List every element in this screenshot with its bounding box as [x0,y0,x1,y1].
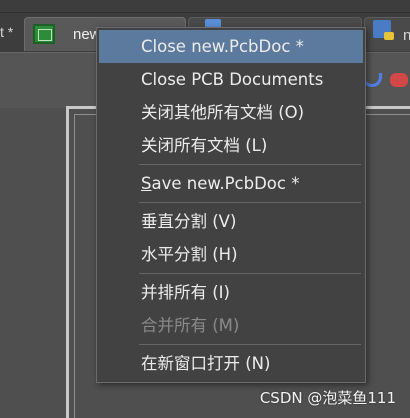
tab-schematic[interactable]: nev [364,17,410,51]
menu-separator [139,202,361,203]
menu-separator [139,273,361,274]
menu-item-close-pcb-documents[interactable]: Close PCB Documents [97,63,365,96]
menu-item-merge-all: 合并所有 (M) [141,316,240,335]
pcb-document-icon [33,24,55,44]
menu-item-tile-all[interactable]: 并排所有 (I) [97,276,365,309]
tab-bar-divider [0,12,410,13]
menu-item-split-horizontal[interactable]: 水平分割 (H) [97,238,365,271]
menu-separator [139,164,361,165]
menu-item-open-in-new-window[interactable]: 在新窗口打开 (N) [97,347,365,380]
tab-context-menu: Close new.PcbDoc * Close PCB Documents 关… [96,27,366,383]
tab-fragment-label[interactable]: t * [0,24,13,40]
menu-item-close-others[interactable]: 关闭其他所有文档 (O) [97,96,365,129]
watermark: CSDN @泡菜鱼111 [259,389,396,407]
schematic-document-icon [373,20,394,40]
red-tool-icon[interactable] [390,73,408,87]
menu-item-split-vertical[interactable]: 垂直分割 (V) [97,205,365,238]
menu-item-save[interactable]: Save new.PcbDoc * [97,167,365,200]
menu-item-close-all[interactable]: 关闭所有文档 (L) [97,129,365,162]
menu-separator [139,344,361,345]
tab-label: nev [403,27,410,44]
menu-item-close-current[interactable]: Close new.PcbDoc * [99,30,363,63]
